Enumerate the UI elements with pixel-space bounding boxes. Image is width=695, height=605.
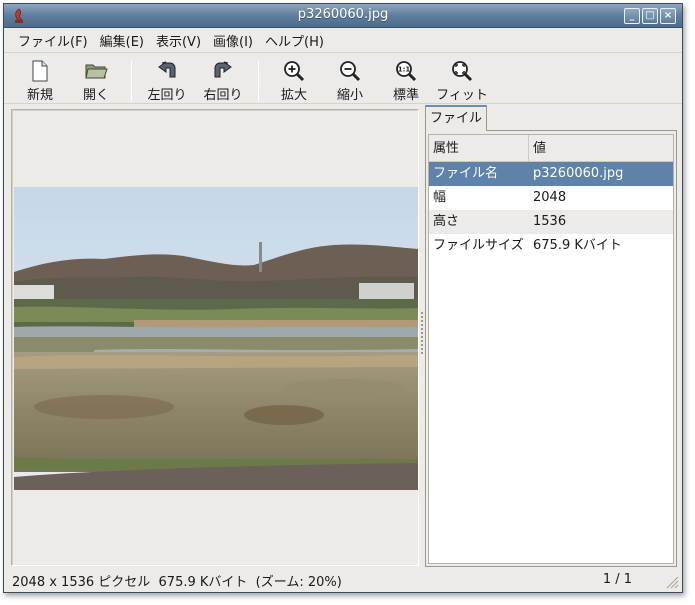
attr-cell: ファイル名 [433, 166, 499, 181]
zoom-normal-button[interactable]: 1:1 標準 [378, 59, 434, 103]
tab-file[interactable]: ファイル [425, 105, 487, 131]
properties-panel: 属性 値 ファイル名 p3260060.jpg 幅 2048 高さ 1536 フ… [425, 130, 677, 567]
zoom-in-button[interactable]: 拡大 [266, 59, 322, 103]
zoom-fit-button[interactable]: フィット [434, 59, 490, 103]
list-item[interactable]: 幅 2048 [429, 186, 673, 210]
menu-bar: ファイル(F) 編集(E) 表示(V) 画像(I) ヘルプ(H) [4, 29, 682, 53]
open-button[interactable]: 開く [68, 59, 124, 103]
properties-list: 属性 値 ファイル名 p3260060.jpg 幅 2048 高さ 1536 フ… [428, 134, 674, 564]
toolbar-separator [258, 61, 259, 101]
toolbar-separator [131, 61, 132, 101]
window-resize-grip[interactable] [665, 575, 679, 589]
value-cell: p3260060.jpg [533, 166, 624, 181]
page-indicator: 1 / 1 [602, 572, 632, 587]
list-item[interactable]: ファイル名 p3260060.jpg [429, 162, 673, 186]
zoom-out-label: 縮小 [336, 88, 363, 103]
photo-landscape [14, 187, 418, 490]
new-label: 新規 [26, 88, 53, 103]
close-button[interactable]: × [660, 8, 676, 24]
zoom-in-label: 拡大 [280, 88, 307, 103]
image-view[interactable] [11, 109, 419, 566]
new-button[interactable]: 新規 [12, 59, 68, 103]
column-header-value[interactable]: 値 [529, 135, 546, 161]
rotate-left-icon [158, 61, 176, 78]
pane-resize-handle[interactable] [420, 312, 424, 356]
rotate-right-label: 右回り [203, 88, 243, 103]
zoom-fit-icon [452, 61, 473, 82]
open-folder-icon [85, 64, 108, 79]
attr-cell: ファイルサイズ [433, 238, 524, 253]
maximize-button[interactable]: □ [642, 8, 658, 24]
window-title: p3260060.jpg [297, 7, 389, 22]
rotate-right-icon [214, 61, 232, 78]
zoom-normal-label: 標準 [392, 88, 419, 103]
rotate-left-button[interactable]: 左回り [139, 59, 195, 103]
menu-help[interactable]: ヘルプ(H) [259, 31, 330, 50]
list-item[interactable]: ファイルサイズ 675.9 Kバイト [429, 234, 673, 258]
zoom-out-button[interactable]: 縮小 [322, 59, 378, 103]
menu-edit[interactable]: 編集(E) [94, 31, 150, 50]
value-cell: 1536 [533, 214, 567, 229]
zoom-out-icon [340, 61, 361, 82]
menu-view[interactable]: 表示(V) [150, 31, 207, 50]
list-header: 属性 値 [429, 135, 673, 162]
list-item[interactable]: 高さ 1536 [429, 210, 673, 234]
rotate-right-button[interactable]: 右回り [195, 59, 251, 103]
title-bar[interactable]: p3260060.jpg _ □ × [4, 4, 682, 28]
status-bar: 2048 x 1536 ピクセル 675.9 Kバイト (ズーム: 20%) 1… [4, 568, 682, 592]
value-cell: 675.9 Kバイト [533, 238, 622, 253]
image-viewer-window: p3260060.jpg _ □ × ファイル(F) 編集(E) 表示(V) 画… [3, 3, 683, 593]
menu-image[interactable]: 画像(I) [207, 31, 259, 50]
attr-cell: 幅 [433, 190, 447, 205]
value-cell: 2048 [533, 190, 567, 205]
menu-file[interactable]: ファイル(F) [12, 31, 94, 50]
new-document-icon [32, 60, 48, 82]
open-label: 開く [82, 88, 109, 103]
toolbar: 新規 開く 左回り 右回り 拡大 縮小 1:1 標準 フィット [4, 54, 682, 104]
svg-text:1:1: 1:1 [398, 66, 411, 74]
attr-cell: 高さ [433, 214, 460, 229]
properties-notebook: ファイル 属性 値 ファイル名 p3260060.jpg 幅 2048 高さ 1… [425, 105, 677, 567]
zoom-normal-icon: 1:1 [396, 61, 417, 82]
rotate-left-label: 左回り [147, 88, 187, 103]
column-header-attribute[interactable]: 属性 [429, 135, 529, 161]
zoom-fit-label: フィット [436, 88, 488, 103]
status-info: 2048 x 1536 ピクセル 675.9 Kバイト (ズーム: 20%) [12, 574, 342, 590]
zoom-in-icon [284, 61, 305, 82]
minimize-button[interactable]: _ [624, 8, 640, 24]
